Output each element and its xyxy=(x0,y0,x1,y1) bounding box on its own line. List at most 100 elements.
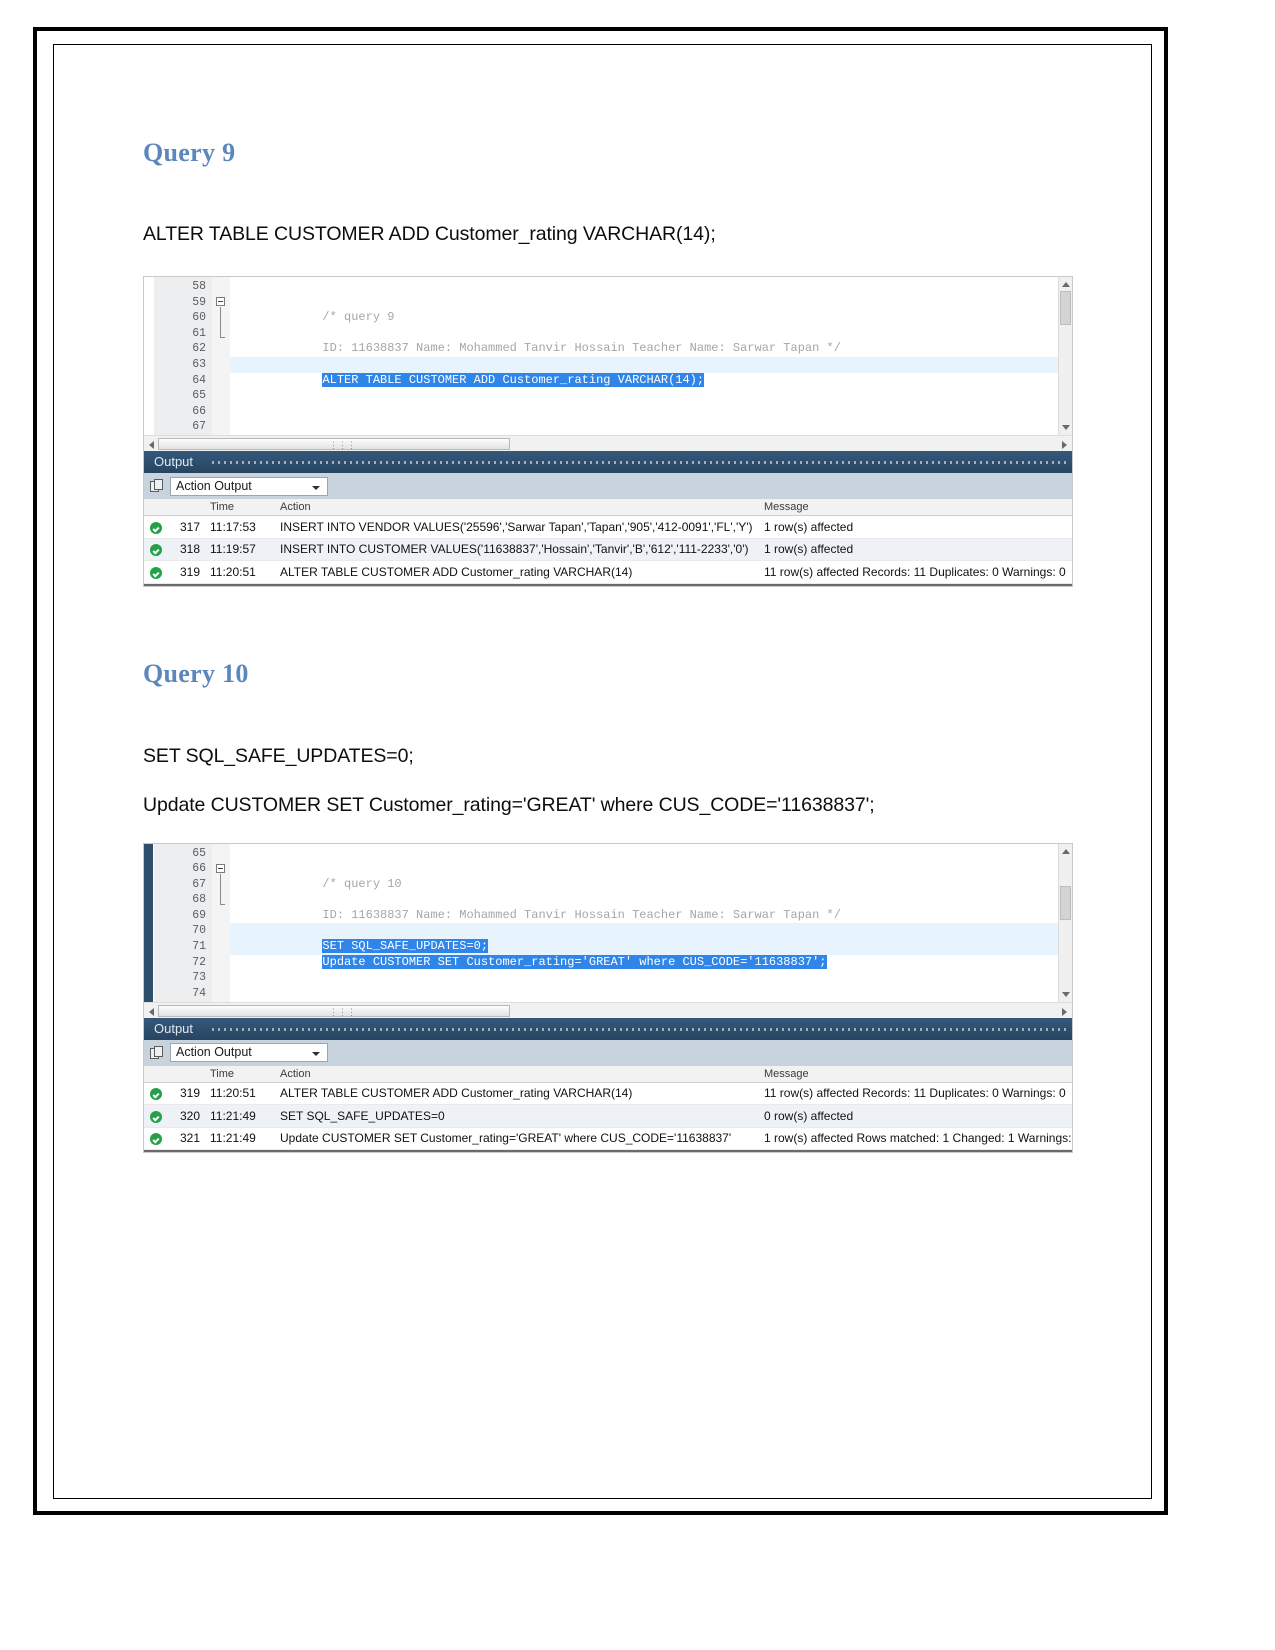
row-message: 11 row(s) affected Records: 11 Duplicate… xyxy=(764,564,1066,579)
sql-text-query-9-line-1: ALTER TABLE CUSTOMER ADD Customer_rating… xyxy=(143,223,716,245)
fold-collapse-icon[interactable] xyxy=(216,297,225,306)
scroll-right-arrow-icon[interactable] xyxy=(1062,441,1067,449)
vertical-scroll-thumb[interactable] xyxy=(1060,291,1071,325)
code-selected-text: ALTER TABLE CUSTOMER ADD Customer_rating… xyxy=(322,372,705,387)
line-number: 62 xyxy=(192,342,206,356)
code-line: ID: 11638837 Name: Mohammed Tanvir Hossa… xyxy=(230,326,1072,355)
editor-code-area[interactable]: /* query 10 ID: 11638837 Name: Mohammed … xyxy=(230,844,1072,1002)
editor-horizontal-scrollbar[interactable]: ⋮⋮⋮ xyxy=(144,1001,1072,1018)
column-header-message: Message xyxy=(764,501,809,513)
output-type-select[interactable]: Action Output xyxy=(170,1043,328,1062)
output-panel-titlebar: Output xyxy=(144,1017,1072,1040)
titlebar-dotted-fill xyxy=(212,461,1068,464)
table-row[interactable]: 319 11:20:51 ALTER TABLE CUSTOMER ADD Cu… xyxy=(144,1083,1072,1105)
column-header-message: Message xyxy=(764,1067,809,1080)
scroll-right-arrow-icon[interactable] xyxy=(1062,1007,1067,1016)
scroll-down-arrow-icon[interactable] xyxy=(1062,425,1070,430)
line-number: 68 xyxy=(192,893,206,907)
row-time: 11:17:53 xyxy=(210,519,256,534)
vertical-scroll-thumb[interactable] xyxy=(1060,885,1071,920)
status-badge xyxy=(144,520,168,534)
status-badge xyxy=(144,1109,168,1123)
document-content: Query 9 ALTER TABLE CUSTOMER ADD Custome… xyxy=(143,60,1083,1153)
chevron-down-icon[interactable] xyxy=(312,485,320,490)
editor-fold-column[interactable] xyxy=(212,277,230,435)
chevron-down-icon[interactable] xyxy=(312,1052,320,1056)
status-badge xyxy=(144,1086,168,1101)
output-panel-title: Output xyxy=(154,454,194,469)
editor-vertical-scrollbar[interactable] xyxy=(1058,277,1072,435)
table-row[interactable]: 317 11:17:53 INSERT INTO VENDOR VALUES('… xyxy=(144,516,1072,539)
scroll-left-arrow-icon[interactable] xyxy=(149,1007,154,1016)
row-index: 318 xyxy=(179,542,200,557)
scroll-up-arrow-icon[interactable] xyxy=(1062,848,1070,854)
sql-text-query-10-line-1: SET SQL_SAFE_UPDATES=0; xyxy=(143,744,414,767)
line-number: 65 xyxy=(192,389,206,403)
row-index: 319 xyxy=(179,564,200,579)
column-header-action: Action xyxy=(280,1067,311,1080)
code-line-selected: ALTER TABLE CUSTOMER ADD Customer_rating… xyxy=(230,356,1072,387)
line-number: 67 xyxy=(192,420,206,434)
editor-code-area[interactable]: /* query 9 ID: 11638837 Name: Mohammed T… xyxy=(230,277,1072,435)
output-type-selected-value: Action Output xyxy=(176,478,252,493)
row-message: 0 row(s) affected xyxy=(764,1108,854,1123)
horizontal-scroll-thumb[interactable]: ⋮⋮⋮ xyxy=(158,438,510,451)
copy-icon[interactable] xyxy=(150,1045,164,1060)
column-header-time: Time xyxy=(210,1067,235,1080)
success-check-icon xyxy=(150,566,162,579)
line-number: 71 xyxy=(154,939,225,955)
line-number: 72 xyxy=(192,955,206,969)
row-time: 11:20:51 xyxy=(210,564,256,579)
line-number: 58 xyxy=(192,280,206,293)
table-row[interactable]: 319 11:20:51 ALTER TABLE CUSTOMER ADD Cu… xyxy=(144,561,1072,584)
code-line: /* query 9 xyxy=(230,295,1072,324)
table-row[interactable]: 321 11:21:49 Update CUSTOMER SET Custome… xyxy=(144,1128,1072,1150)
fold-guide-line xyxy=(220,873,221,904)
success-check-icon xyxy=(150,1088,162,1101)
scroll-thumb-grip-icon: ⋮⋮⋮ xyxy=(329,441,356,451)
scroll-left-arrow-icon[interactable] xyxy=(149,441,154,449)
editor-horizontal-scrollbar[interactable]: ⋮⋮⋮ xyxy=(144,435,1072,451)
row-index: 320 xyxy=(179,1108,200,1123)
scroll-up-arrow-icon[interactable] xyxy=(1062,282,1070,287)
column-header-time: Time xyxy=(210,501,235,513)
success-check-icon xyxy=(150,521,162,534)
output-selector-row: Action Output xyxy=(144,1039,1072,1066)
row-action: ALTER TABLE CUSTOMER ADD Customer_rating… xyxy=(280,564,633,579)
horizontal-scroll-thumb[interactable]: ⋮⋮⋮ xyxy=(158,1004,510,1018)
table-row[interactable]: 320 11:21:49 SET SQL_SAFE_UPDATES=0 0 ro… xyxy=(144,1105,1072,1128)
sql-editor-query-9[interactable]: 58 59 60 61 62 63 64 65 66 67 /* query 9… xyxy=(144,277,1072,435)
grid-bottom-rule xyxy=(144,1150,1072,1152)
scroll-thumb-grip-icon: ⋮⋮⋮ xyxy=(329,1007,356,1018)
fold-guide-foot xyxy=(220,903,225,905)
code-comment-text: ID: 11638837 Name: Mohammed Tanvir Hossa… xyxy=(322,907,841,922)
section-heading-query-9: Query 9 xyxy=(143,138,236,167)
line-number: 73 xyxy=(192,971,206,985)
row-index: 317 xyxy=(179,519,200,534)
status-badge xyxy=(144,565,168,579)
line-number: 74 xyxy=(192,986,206,1000)
row-action: INSERT INTO VENDOR VALUES('25596','Sarwa… xyxy=(280,519,753,534)
row-time: 11:19:57 xyxy=(210,542,256,557)
code-line: ID: 11638837 Name: Mohammed Tanvir Hossa… xyxy=(230,892,1072,922)
row-action: Update CUSTOMER SET Customer_rating='GRE… xyxy=(280,1131,732,1146)
table-row[interactable]: 318 11:19:57 INSERT INTO CUSTOMER VALUES… xyxy=(144,538,1072,561)
fold-collapse-icon[interactable] xyxy=(216,863,225,873)
editor-fold-column[interactable] xyxy=(212,843,230,1002)
success-check-icon xyxy=(150,1133,162,1146)
sql-editor-query-10[interactable]: 65 66 67 68 69 70 71 72 73 74 /* query 1… xyxy=(144,843,1072,1002)
row-action: INSERT INTO CUSTOMER VALUES('11638837','… xyxy=(280,542,749,557)
editor-vertical-scrollbar[interactable] xyxy=(1058,843,1072,1002)
column-header-action: Action xyxy=(280,501,311,513)
scroll-down-arrow-icon[interactable] xyxy=(1062,991,1070,997)
status-badge xyxy=(144,1131,168,1146)
copy-icon[interactable] xyxy=(150,479,164,493)
row-index: 319 xyxy=(179,1086,200,1101)
output-type-selected-value: Action Output xyxy=(176,1045,252,1059)
output-type-select[interactable]: Action Output xyxy=(170,476,328,496)
line-number: 64 xyxy=(192,373,206,387)
